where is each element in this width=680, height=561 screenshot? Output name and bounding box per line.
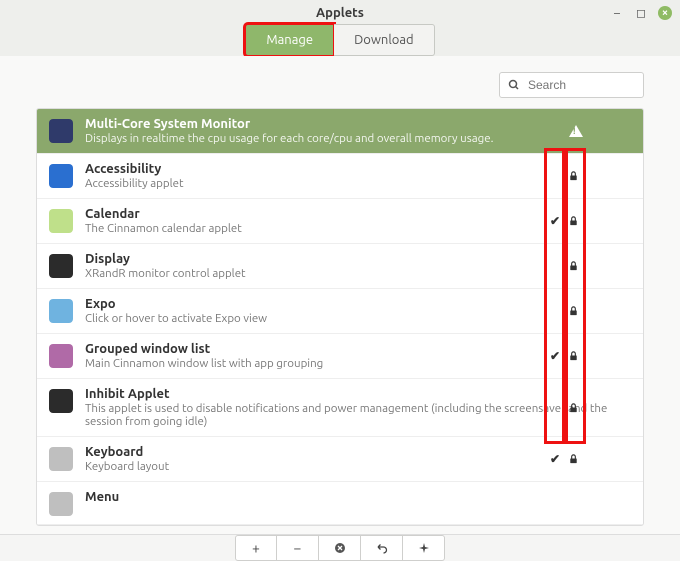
applet-icon	[49, 164, 73, 188]
applet-icon	[49, 492, 73, 516]
check-icon: ✔	[550, 214, 560, 228]
undo-button[interactable]	[361, 535, 403, 561]
applet-title: Menu	[85, 490, 613, 504]
minimize-icon[interactable]: –	[610, 6, 624, 20]
applet-subtitle: The Cinnamon calendar applet	[85, 222, 613, 235]
applet-icon	[49, 254, 73, 278]
maximize-icon[interactable]: ◻	[634, 6, 648, 20]
lock-icon	[568, 402, 579, 413]
applet-icon	[49, 299, 73, 323]
close-icon[interactable]: ×	[658, 6, 672, 20]
lock-icon	[568, 454, 579, 465]
applet-title: Inhibit Applet	[85, 387, 613, 401]
applet-subtitle: Accessibility applet	[85, 177, 613, 190]
applet-icon	[49, 447, 73, 471]
applet-row[interactable]: Inhibit AppletThis applet is used to dis…	[37, 379, 643, 437]
tab-manage[interactable]: Manage	[245, 24, 334, 56]
applet-subtitle: Displays in realtime the cpu usage for e…	[85, 132, 613, 145]
lock-icon	[568, 351, 579, 362]
lock-icon	[568, 171, 579, 182]
refresh-button[interactable]	[403, 535, 445, 561]
applet-title: Calendar	[85, 207, 613, 221]
applet-subtitle: XRandR monitor control applet	[85, 267, 613, 280]
applet-row[interactable]: Grouped window listMain Cinnamon window …	[37, 334, 643, 379]
lock-icon	[568, 261, 579, 272]
applet-subtitle: This applet is used to disable notificat…	[85, 402, 613, 428]
applet-list: Multi-Core System MonitorDisplays in rea…	[36, 108, 644, 526]
applet-row[interactable]: AccessibilityAccessibility applet	[37, 154, 643, 199]
applet-title: Expo	[85, 297, 613, 311]
applet-row[interactable]: DisplayXRandR monitor control applet	[37, 244, 643, 289]
applet-subtitle: Keyboard layout	[85, 460, 613, 473]
uninstall-button[interactable]	[319, 535, 361, 561]
applet-subtitle: Main Cinnamon window list with app group…	[85, 357, 613, 370]
remove-button[interactable]: −	[277, 535, 319, 561]
applet-title: Display	[85, 252, 613, 266]
page-title: Applets	[0, 0, 680, 20]
applet-subtitle: Click or hover to activate Expo view	[85, 312, 613, 325]
applet-row[interactable]: Menu	[37, 482, 643, 525]
lock-icon	[568, 306, 579, 317]
applet-row[interactable]: CalendarThe Cinnamon calendar applet✔	[37, 199, 643, 244]
tab-download[interactable]: Download	[334, 24, 435, 56]
applet-icon	[49, 389, 73, 413]
applet-icon	[49, 209, 73, 233]
add-button[interactable]: +	[235, 535, 277, 561]
bottom-toolbar: + −	[0, 534, 680, 561]
applet-row[interactable]: KeyboardKeyboard layout✔	[37, 437, 643, 482]
applet-row[interactable]: ExpoClick or hover to activate Expo view	[37, 289, 643, 334]
search-icon	[508, 79, 520, 91]
check-icon: ✔	[550, 452, 560, 466]
applet-title: Keyboard	[85, 445, 613, 459]
applet-title: Grouped window list	[85, 342, 613, 356]
search-input[interactable]	[526, 77, 635, 93]
applet-title: Accessibility	[85, 162, 613, 176]
search-input-wrap[interactable]	[499, 72, 644, 98]
alert-icon	[569, 125, 583, 137]
applet-title: Multi-Core System Monitor	[85, 117, 613, 131]
check-icon: ✔	[550, 349, 560, 363]
titlebar: Applets – ◻ × Manage Download	[0, 0, 680, 56]
applet-row[interactable]: Multi-Core System MonitorDisplays in rea…	[37, 109, 643, 154]
lock-icon	[568, 216, 579, 227]
applet-icon	[49, 119, 73, 143]
applet-icon	[49, 344, 73, 368]
